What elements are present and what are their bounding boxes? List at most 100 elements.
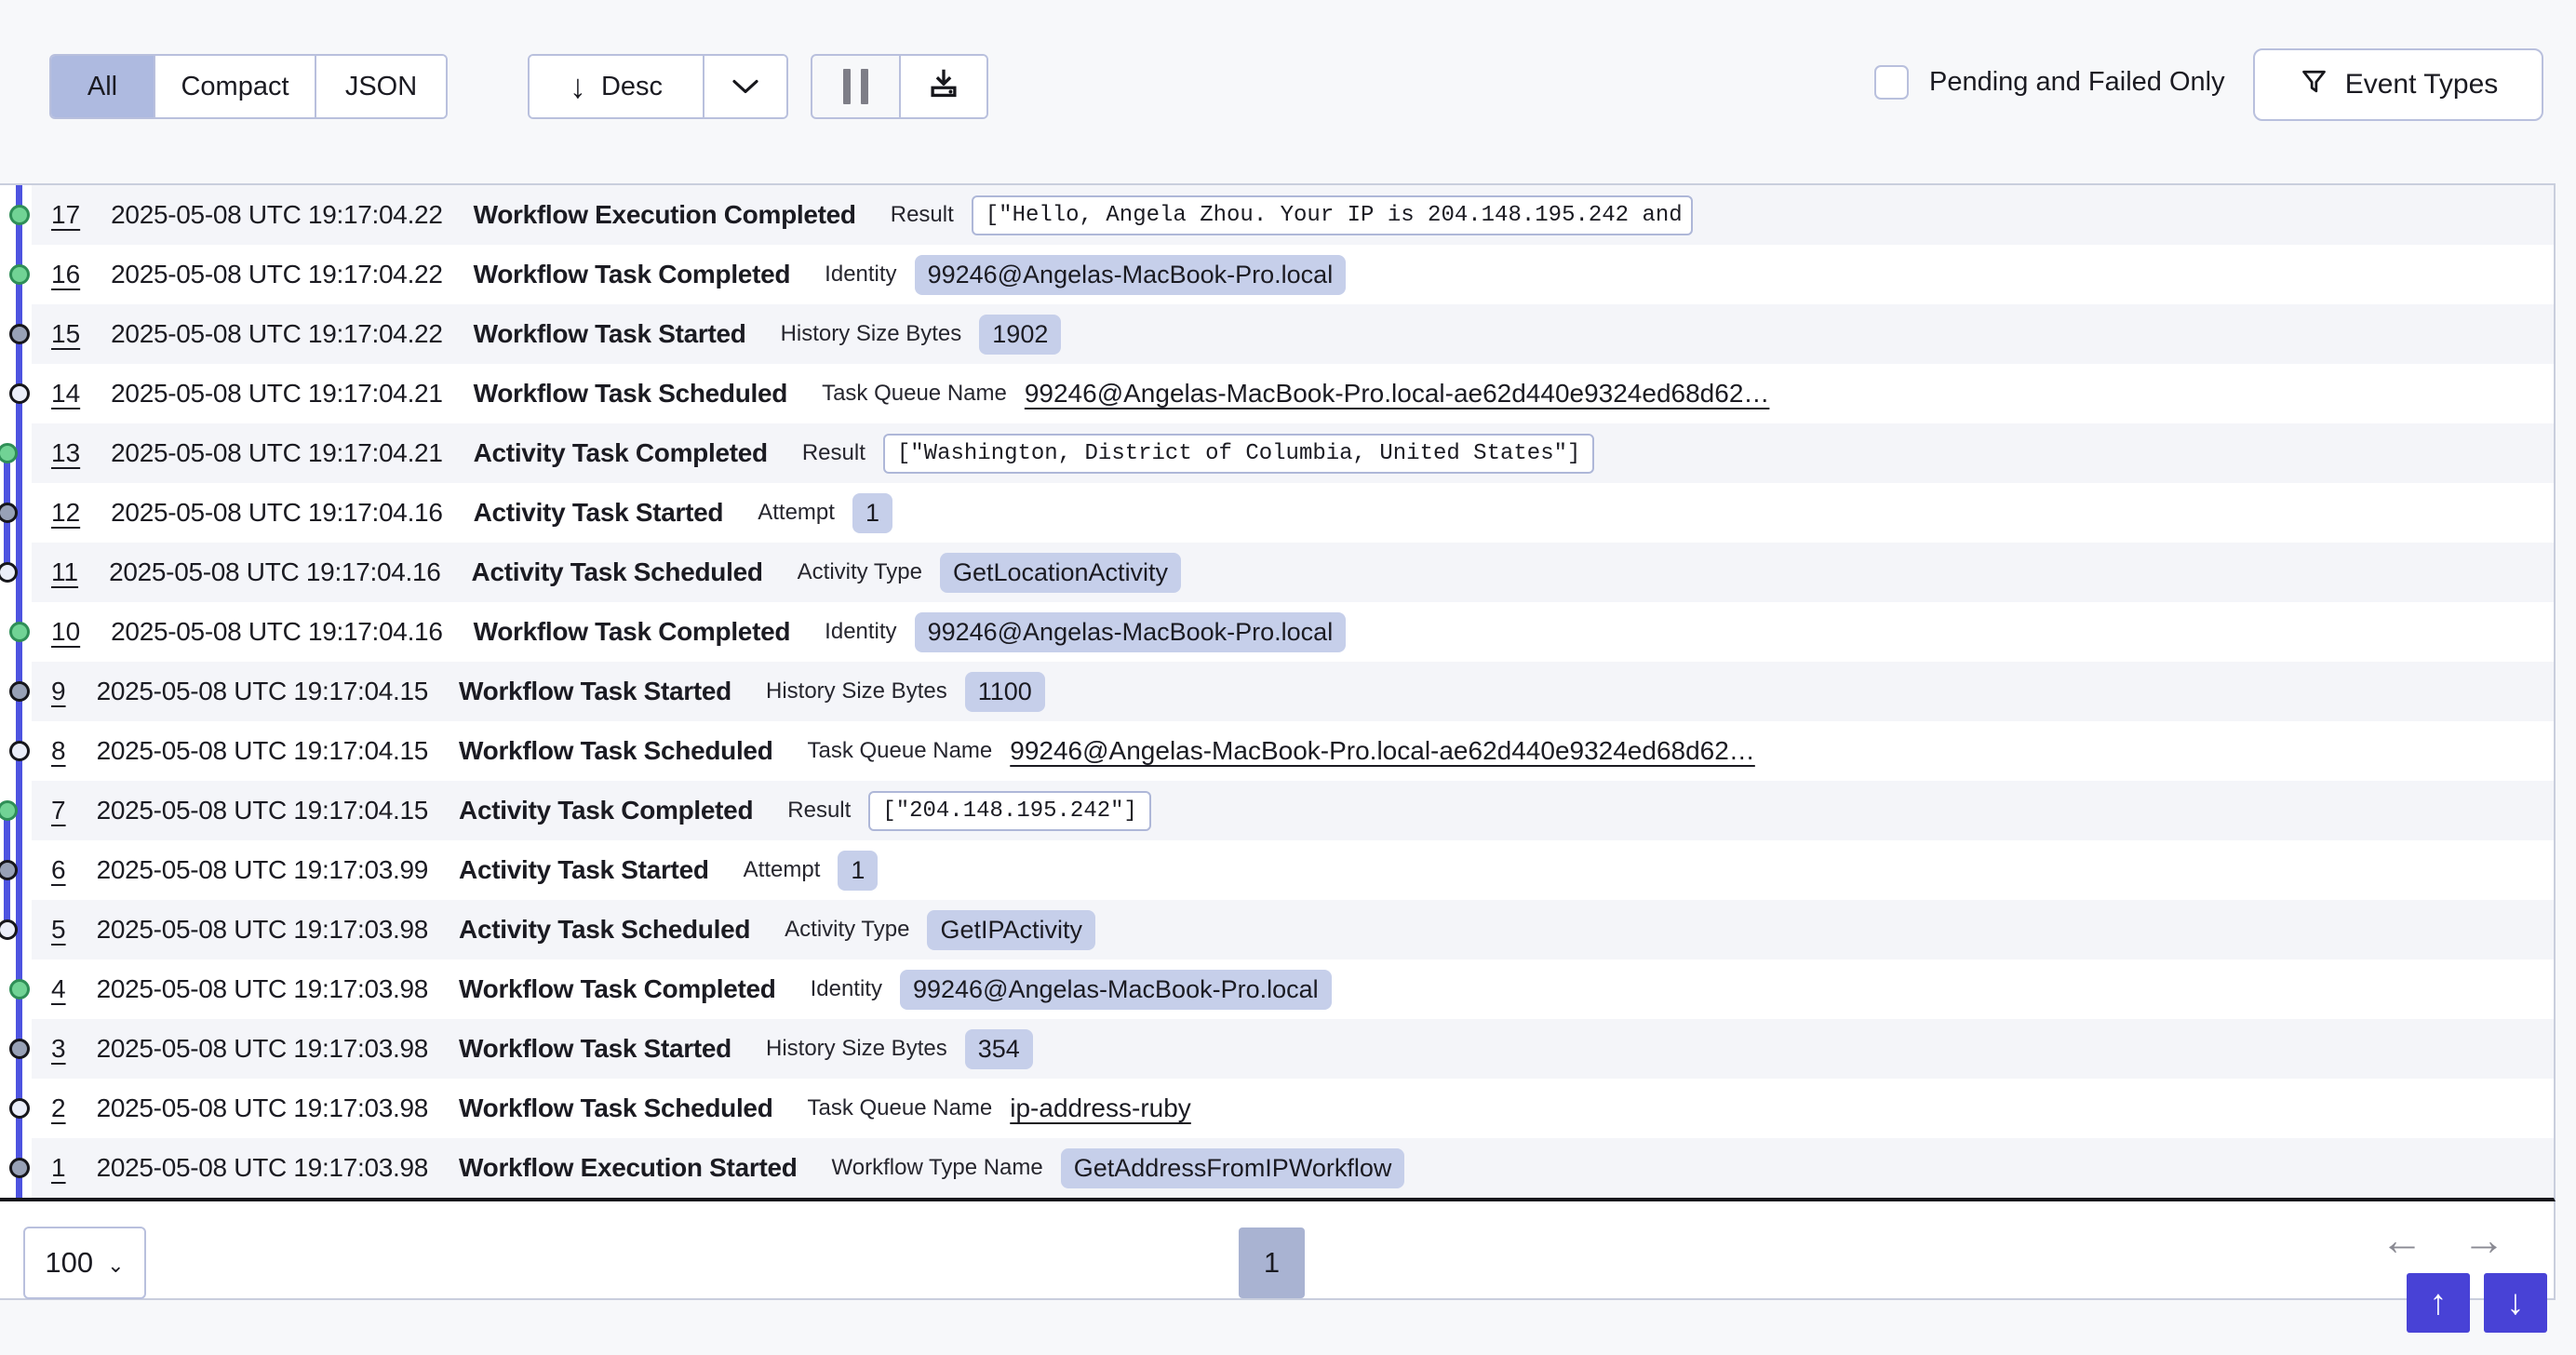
event-row[interactable]: 142025-05-08 UTC 19:17:04.21Workflow Tas… [32, 364, 2554, 423]
pending-failed-checkbox[interactable] [1874, 65, 1909, 100]
event-name: Activity Task Scheduled [472, 557, 763, 587]
next-page-button[interactable]: → [2462, 1218, 2505, 1261]
event-name: Workflow Task Completed [474, 617, 791, 647]
event-row[interactable]: 62025-05-08 UTC 19:17:03.99Activity Task… [32, 840, 2554, 900]
event-timestamp: 2025-05-08 UTC 19:17:04.21 [111, 379, 442, 409]
page-number-label: 1 [1264, 1246, 1280, 1280]
page-size-select[interactable]: 100 ⌄ [23, 1227, 146, 1299]
event-id-link[interactable]: 15 [51, 319, 80, 349]
scroll-to-top-button[interactable]: ↑ [2407, 1273, 2470, 1333]
event-timestamp: 2025-05-08 UTC 19:17:04.21 [111, 438, 442, 468]
attribute-value-badge: GetLocationActivity [940, 553, 1181, 593]
event-id-link[interactable]: 16 [51, 260, 80, 289]
tab-compact[interactable]: Compact [154, 56, 315, 117]
attribute-value-link[interactable]: 99246@Angelas-MacBook-Pro.local-ae62d440… [1010, 736, 1755, 766]
event-marker-started [9, 1039, 30, 1059]
event-row[interactable]: 102025-05-08 UTC 19:17:04.16Workflow Tas… [32, 602, 2554, 662]
page-size-value: 100 [45, 1246, 93, 1280]
event-marker-completed [9, 622, 30, 642]
event-row[interactable]: 2 2025-05-08 UTC 19:17:03.98 Workflow Task… [32, 1079, 2554, 1138]
event-id-link[interactable]: 1 [51, 1153, 66, 1183]
event-timestamp: 2025-05-08 UTC 19:17:03.98 [97, 1153, 428, 1183]
tab-json[interactable]: JSON [315, 56, 446, 117]
event-row[interactable]: 4 2025-05-08 UTC 19:17:03.98 Workflow Task… [32, 959, 2554, 1019]
event-row[interactable]: 82025-05-08 UTC 19:17:04.15Workflow Task… [32, 721, 2554, 781]
event-id-link[interactable]: 10 [51, 617, 80, 647]
event-id-link[interactable]: 11 [51, 557, 78, 587]
attribute-value-badge: 1902 [979, 315, 1061, 355]
tab-all[interactable]: All [51, 56, 154, 117]
event-id-link[interactable]: 4 [51, 974, 66, 1004]
event-marker-completed [9, 979, 30, 999]
attribute-label: Result [802, 440, 865, 466]
attribute-value-badge: GetIPActivity [927, 910, 1095, 950]
event-name: Activity Task Completed [474, 438, 768, 468]
event-types-button[interactable]: Event Types [2253, 48, 2543, 121]
event-id-link[interactable]: 8 [51, 736, 66, 766]
attribute-value-badge: 99246@Angelas-MacBook-Pro.local [900, 970, 1332, 1010]
event-timestamp: 2025-05-08 UTC 19:17:03.98 [97, 974, 428, 1004]
sort-order-menu-button[interactable] [703, 56, 786, 117]
event-timestamp: 2025-05-08 UTC 19:17:04.15 [97, 736, 428, 766]
attribute-label: Activity Type [798, 559, 922, 585]
attribute-label: Identity [825, 619, 896, 645]
tab-json-label: JSON [345, 72, 417, 102]
attribute-value-link[interactable]: ip-address-ruby [1010, 1093, 1191, 1123]
chevron-down-icon: ⌄ [107, 1254, 124, 1278]
sort-order-button[interactable]: ↓ Desc [530, 56, 703, 117]
event-id-link[interactable]: 7 [51, 796, 66, 825]
event-row[interactable]: 92025-05-08 UTC 19:17:04.15Workflow Task… [32, 662, 2554, 721]
pause-icon [843, 69, 851, 104]
event-row[interactable]: 32025-05-08 UTC 19:17:03.98Workflow Task… [32, 1019, 2554, 1079]
event-row[interactable]: 162025-05-08 UTC 19:17:04.22Workflow Tas… [32, 245, 2554, 304]
event-row[interactable]: 152025-05-08 UTC 19:17:04.22Workflow Tas… [32, 304, 2554, 364]
event-timestamp: 2025-05-08 UTC 19:17:04.22 [111, 260, 442, 289]
pause-button[interactable] [812, 56, 899, 117]
event-row[interactable]: 172025-05-08 UTC 19:17:04.22Workflow Exe… [32, 185, 2554, 245]
event-name: Activity Task Scheduled [459, 915, 750, 945]
page-number-button[interactable]: 1 [1239, 1228, 1305, 1298]
event-marker-started [9, 324, 30, 344]
event-row[interactable]: 12025-05-08 UTC 19:17:03.98Workflow Exec… [32, 1138, 2554, 1198]
event-name: Activity Task Completed [459, 796, 753, 825]
event-types-label: Event Types [2345, 69, 2499, 101]
event-row[interactable]: 122025-05-08 UTC 19:17:04.16Activity Tas… [32, 483, 2554, 543]
attribute-label: Identity [811, 976, 882, 1002]
attribute-value-badge: 99246@Angelas-MacBook-Pro.local [915, 612, 1347, 652]
event-id-link[interactable]: 12 [51, 498, 80, 528]
arrow-left-icon: ← [2381, 1215, 2423, 1264]
event-row[interactable]: 52025-05-08 UTC 19:17:03.98Activity Task… [32, 900, 2554, 959]
event-row[interactable]: 13 2025-05-08 UTC 19:17:04.21 Activity Tas… [32, 423, 2554, 483]
event-timestamp: 2025-05-08 UTC 19:17:04.22 [111, 319, 442, 349]
event-name: Workflow Task Started [459, 677, 731, 706]
attribute-value-badge: 1 [838, 851, 878, 891]
attribute-value-link[interactable]: 99246@Angelas-MacBook-Pro.local-ae62d440… [1025, 379, 1770, 409]
attribute-label: History Size Bytes [766, 678, 947, 704]
event-history-table: 172025-05-08 UTC 19:17:04.22Workflow Exe… [0, 183, 2556, 1201]
event-name: Workflow Task Completed [459, 974, 776, 1004]
event-id-link[interactable]: 5 [51, 915, 66, 945]
event-timestamp: 2025-05-08 UTC 19:17:03.98 [97, 1093, 428, 1123]
attribute-value-badge: GetAddressFromIPWorkflow [1061, 1148, 1405, 1188]
event-marker-scheduled [9, 383, 30, 404]
event-id-link[interactable]: 17 [51, 200, 80, 230]
event-id-link[interactable]: 2 [51, 1093, 66, 1123]
event-id-link[interactable]: 6 [51, 855, 66, 885]
event-name: Workflow Task Scheduled [459, 1093, 772, 1123]
attribute-value-badge: 1100 [965, 672, 1045, 712]
tab-compact-label: Compact [181, 72, 288, 102]
previous-page-button[interactable]: ← [2381, 1218, 2423, 1261]
event-id-link[interactable]: 3 [51, 1034, 66, 1064]
attribute-label: Activity Type [785, 917, 909, 943]
event-id-link[interactable]: 9 [51, 677, 66, 706]
event-row[interactable]: 11 2025-05-08 UTC 19:17:04.16 Activity Tas… [32, 543, 2554, 602]
event-id-link[interactable]: 13 [51, 438, 80, 468]
scroll-to-bottom-button[interactable]: ↓ [2484, 1273, 2547, 1333]
event-timestamp: 2025-05-08 UTC 19:17:04.16 [109, 557, 440, 587]
attribute-label: History Size Bytes [766, 1036, 947, 1062]
event-row[interactable]: 72025-05-08 UTC 19:17:04.15Activity Task… [32, 781, 2554, 840]
event-id-link[interactable]: 14 [51, 379, 80, 409]
attribute-label: Task Queue Name [808, 738, 993, 764]
download-button[interactable] [899, 56, 986, 117]
event-marker-completed [9, 205, 30, 225]
